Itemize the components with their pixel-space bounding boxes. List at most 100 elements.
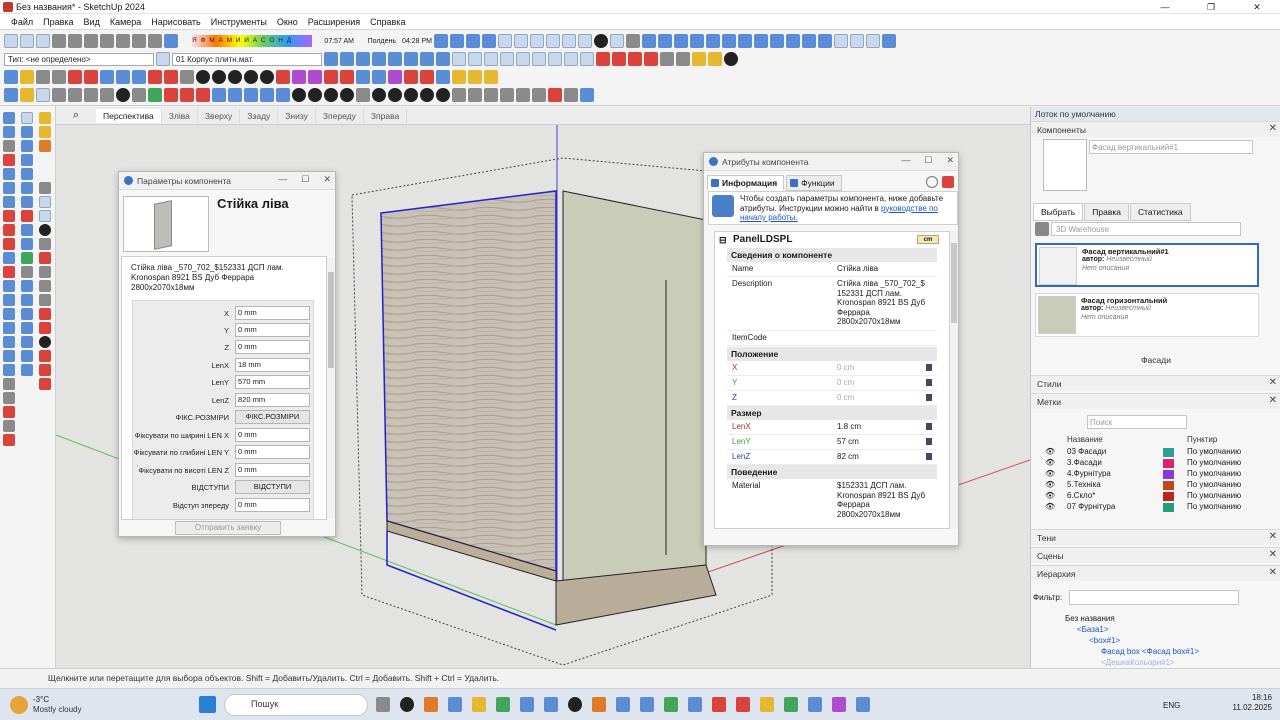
tool-icon[interactable]: [21, 112, 33, 124]
minimize-button[interactable]: —: [1142, 0, 1188, 14]
material-dropdown[interactable]: 01 Корпус плитн.мат.: [172, 52, 322, 66]
tab-info[interactable]: Информация: [707, 175, 785, 191]
tool-icon[interactable]: [564, 88, 578, 102]
pin-icon[interactable]: [942, 176, 954, 188]
app-icon[interactable]: [640, 697, 654, 712]
tab-select[interactable]: Выбрать: [1033, 203, 1084, 221]
tool-icon[interactable]: [39, 364, 51, 376]
x-input[interactable]: 0 mm: [235, 306, 310, 320]
tool-icon[interactable]: [292, 88, 306, 102]
tree-node[interactable]: <box#1>: [1089, 636, 1120, 645]
tag-row[interactable]: 👁 3.Фасади По умолчанию: [1045, 458, 1273, 469]
menu-tools[interactable]: Инструменты: [206, 14, 272, 29]
tag-dash[interactable]: По умолчанию: [1187, 469, 1241, 478]
shadows-section-header[interactable]: Тени ✕: [1031, 529, 1280, 545]
right-view-icon[interactable]: [690, 34, 704, 48]
section-display-icon[interactable]: [530, 34, 544, 48]
task-view-icon[interactable]: [400, 697, 414, 712]
maximize-button[interactable]: ❐: [1188, 0, 1234, 14]
sketchup-taskbar-icon[interactable]: [856, 697, 870, 712]
panel-tool-icon[interactable]: [468, 52, 482, 66]
tab-left[interactable]: Зліва: [162, 108, 198, 123]
indents-button[interactable]: ВІДСТУПИ: [235, 480, 310, 494]
collapse-icon[interactable]: ⊟: [719, 235, 727, 246]
units-tag[interactable]: cm: [917, 235, 939, 244]
eye-icon[interactable]: 👁: [1045, 502, 1055, 511]
eye-icon[interactable]: 👁: [1045, 447, 1055, 456]
menu-help[interactable]: Справка: [365, 14, 410, 29]
tool-icon[interactable]: [3, 308, 15, 320]
home-icon[interactable]: [1035, 222, 1049, 236]
tool-icon[interactable]: [39, 336, 51, 348]
tool-icon[interactable]: [436, 88, 450, 102]
cloud-download-icon[interactable]: [866, 34, 880, 48]
close-button[interactable]: ✕: [1234, 0, 1280, 14]
tool-icon[interactable]: [39, 350, 51, 362]
section-plane-icon[interactable]: [514, 34, 528, 48]
tool-icon[interactable]: [84, 88, 98, 102]
calculator-icon[interactable]: [926, 379, 932, 386]
tool-icon[interactable]: [212, 88, 226, 102]
tab-edit[interactable]: Правка: [1084, 203, 1129, 221]
eye-icon[interactable]: 👁: [1045, 491, 1055, 500]
panel-tool-icon[interactable]: [580, 52, 594, 66]
tool-icon[interactable]: [39, 252, 51, 264]
orbit-icon[interactable]: [482, 34, 496, 48]
tree-node[interactable]: <ДешкаКольори#1>: [1101, 658, 1175, 667]
hidden-line-icon[interactable]: [770, 34, 784, 48]
tool-icon[interactable]: [21, 364, 33, 376]
tab-statistics[interactable]: Статистика: [1129, 203, 1191, 221]
tag-dash[interactable]: По умолчанию: [1187, 502, 1241, 511]
tag-row[interactable]: 👁 03 Фасади По умолчанию: [1045, 447, 1273, 458]
tool-icon[interactable]: [260, 88, 274, 102]
tag-row[interactable]: 👁 5.Техніка По умолчанию: [1045, 480, 1273, 491]
opera-icon[interactable]: [712, 697, 726, 712]
tool-icon[interactable]: [196, 70, 210, 84]
tool-icon[interactable]: [84, 70, 98, 84]
unique-icon[interactable]: [52, 70, 66, 84]
tool-icon[interactable]: [52, 88, 66, 102]
app-icon[interactable]: [664, 697, 678, 712]
tool-icon[interactable]: [260, 70, 274, 84]
shadow-months[interactable]: Я Ф М А М И И А С О Н Д: [192, 35, 312, 47]
panel-tool-icon[interactable]: [324, 52, 338, 66]
tool-icon[interactable]: [21, 294, 33, 306]
tool-icon[interactable]: [21, 210, 33, 222]
tag-color[interactable]: [1163, 470, 1174, 479]
panel-tool-icon[interactable]: [596, 52, 610, 66]
tool-icon[interactable]: [308, 88, 322, 102]
tool-icon[interactable]: [228, 70, 242, 84]
tool-icon[interactable]: [420, 88, 434, 102]
user-icon[interactable]: [594, 34, 608, 48]
ab-icon[interactable]: [356, 88, 370, 102]
lenz-input[interactable]: 820 mm: [235, 393, 310, 407]
scenes-section-header[interactable]: Сцены ✕: [1031, 547, 1280, 563]
maximize-button[interactable]: ☐: [301, 174, 309, 185]
tag-row[interactable]: 👁 6.Скло* По умолчанию: [1045, 491, 1273, 502]
tool-icon[interactable]: [164, 88, 178, 102]
cloud-upload-icon[interactable]: [850, 34, 864, 48]
scroll-thumb[interactable]: [951, 243, 957, 323]
tag-color[interactable]: [1163, 481, 1174, 490]
section-fill-icon[interactable]: [562, 34, 576, 48]
block-icon[interactable]: [196, 88, 210, 102]
tool-icon[interactable]: [420, 70, 434, 84]
tool-icon[interactable]: [39, 238, 51, 250]
tag-row[interactable]: 👁 07 Фурнітура По умолчанию: [1045, 502, 1273, 513]
fix-height-input[interactable]: 0 mm: [235, 463, 310, 477]
copy-icon[interactable]: [68, 34, 82, 48]
tool-icon[interactable]: [21, 238, 33, 250]
panel-tool-icon[interactable]: [484, 52, 498, 66]
wireframe-icon[interactable]: [754, 34, 768, 48]
menu-view[interactable]: Вид: [79, 14, 105, 29]
tool-icon[interactable]: [39, 322, 51, 334]
component-icon[interactable]: [20, 88, 34, 102]
attr-value[interactable]: 1.8 cm: [837, 422, 932, 432]
tool-icon[interactable]: [39, 210, 51, 222]
panel-tool-icon[interactable]: [452, 52, 466, 66]
menu-edit[interactable]: Правка: [38, 14, 78, 29]
tab-back[interactable]: Ззаду: [240, 108, 279, 123]
scroll-thumb[interactable]: [328, 272, 334, 368]
tool-icon[interactable]: [21, 224, 33, 236]
tool-icon[interactable]: [3, 364, 15, 376]
